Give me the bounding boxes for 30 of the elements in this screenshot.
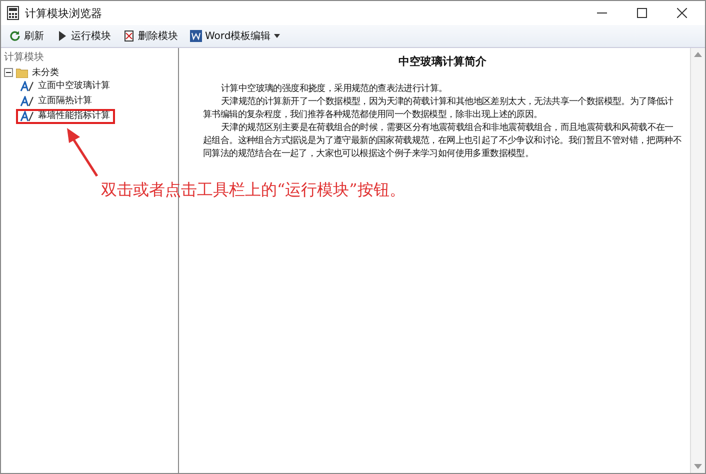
- paragraph: 天津的规范区别主要是在荷载组合的时候，需要区分有地震荷载组合和非地震荷载组合，而且地震荷载和风荷载不在一起组合。这种组合方式据说是为了遵守最新的国家荷载规范，在网上也引起了不少争议和讨论。我们暂且不管对错，把两种不同算法的规范结合在一起了，大家也可以根据这个例子来学习如何使用多重数据模型。: [203, 122, 682, 161]
- scrollbar[interactable]: [690, 48, 705, 473]
- tree-item[interactable]: 立面中空玻璃计算: [37, 81, 111, 92]
- tree-item[interactable]: 立面隔热计算: [37, 96, 93, 107]
- app-icon: [7, 6, 19, 20]
- window-title: 计算模块浏览器: [25, 6, 102, 20]
- formula-icon: [20, 81, 34, 92]
- toolbar-button[interactable]: 运行模块: [52, 27, 115, 45]
- panel-label: 计算模块: [4, 50, 45, 64]
- word-icon: [190, 30, 202, 42]
- toolbar-button[interactable]: 刷新: [5, 27, 48, 45]
- tree-item[interactable]: 幕墙性能指标计算: [37, 111, 111, 122]
- refresh-icon: [9, 30, 21, 42]
- tree-item[interactable]: 未分类: [31, 66, 60, 79]
- paragraph: 计算中空玻璃的强度和挠度，采用规范的查表法进行计算。: [220, 83, 448, 96]
- maximize-icon[interactable]: [637, 8, 647, 18]
- folder-icon: [16, 68, 28, 78]
- toolbar-button[interactable]: Word模板编辑: [186, 27, 284, 45]
- scroll-up-icon[interactable]: [694, 52, 702, 57]
- delete-icon: [123, 30, 135, 42]
- scroll-down-icon[interactable]: [694, 464, 702, 469]
- play-icon: [56, 30, 68, 42]
- close-icon[interactable]: [677, 8, 687, 18]
- expander-icon[interactable]: [4, 68, 13, 77]
- toolbar-button[interactable]: 删除模块: [119, 27, 182, 45]
- paragraph: 天津规范的计算新开了一个数据模型，因为天津的荷载计算和其他地区差别太大，无法共享一个数据模型。为了降低计算书编辑的复杂程度，我们推荐各种规范都使用同一个数据模型，除非出现上述的原因。: [203, 96, 674, 122]
- document-title: 中空玻璃计算简介: [398, 54, 488, 69]
- formula-icon: [20, 111, 34, 122]
- annotation-arrow: [65, 128, 99, 178]
- formula-icon: [20, 96, 34, 107]
